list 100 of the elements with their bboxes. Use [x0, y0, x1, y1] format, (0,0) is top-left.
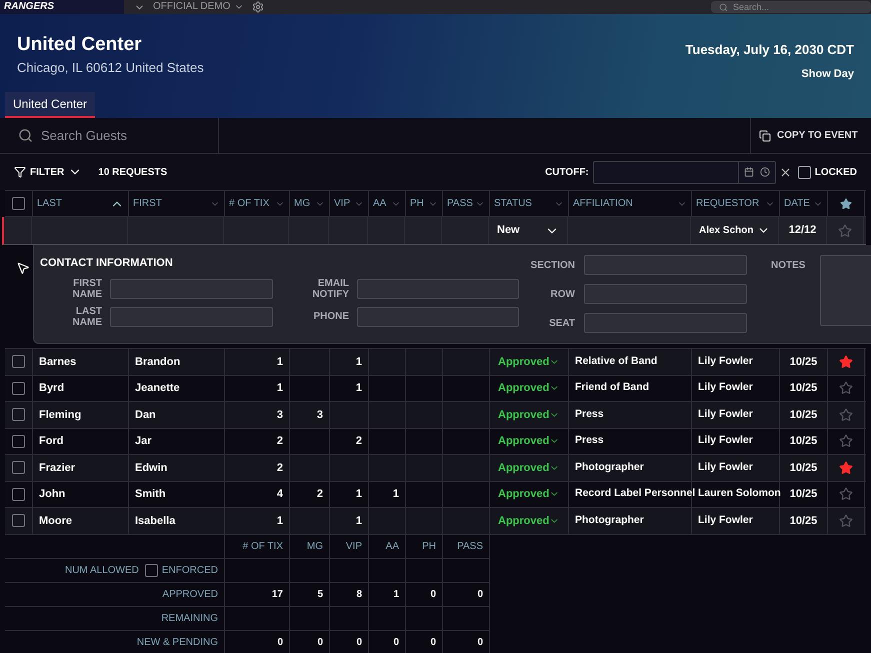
- star-icon[interactable]: [839, 434, 853, 448]
- column-header[interactable]: # OF TIX: [225, 191, 290, 216]
- column-header[interactable]: PH: [406, 191, 443, 216]
- checkbox[interactable]: [12, 197, 25, 210]
- text-field[interactable]: [584, 284, 747, 304]
- filter-button[interactable]: FILTER: [14, 164, 82, 180]
- requestor-dropdown[interactable]: Alex Schon: [691, 217, 779, 244]
- venue-address: Chicago, IL 60612 United States: [17, 59, 204, 77]
- status-dropdown[interactable]: Approved: [490, 376, 568, 401]
- affiliation-cell: Photographer: [569, 508, 692, 534]
- requestor-cell: Lily Fowler: [692, 508, 780, 534]
- text-field[interactable]: [110, 278, 273, 298]
- totals-value: 0: [330, 630, 369, 653]
- requestor-cell: Lily Fowler: [692, 428, 780, 454]
- star-icon[interactable]: [839, 381, 853, 396]
- status-dropdown[interactable]: Approved: [490, 482, 568, 507]
- copy-to-event-button[interactable]: COPY TO EVENT: [750, 118, 871, 153]
- totals-header: PH: [406, 534, 443, 558]
- text-field[interactable]: [357, 278, 519, 298]
- event-date: Tuesday, July 16, 2030 CDT: [685, 41, 854, 59]
- affiliation-cell: Press: [569, 402, 692, 428]
- checkbox[interactable]: [798, 166, 811, 178]
- clear-icon[interactable]: [778, 166, 792, 178]
- text-field[interactable]: [584, 255, 747, 275]
- checkbox[interactable]: [12, 355, 25, 368]
- star-icon[interactable]: [838, 224, 852, 238]
- org-switcher[interactable]: OFFICIAL DEMO: [153, 2, 244, 12]
- text-field[interactable]: [584, 313, 747, 333]
- clock-icon[interactable]: [760, 167, 770, 177]
- column-header[interactable]: PASS: [443, 191, 490, 216]
- checkbox[interactable]: [12, 408, 25, 422]
- date-cell: 10/25: [780, 508, 828, 534]
- column-header[interactable]: LAST: [33, 191, 129, 216]
- count-cell: 2: [225, 428, 290, 454]
- first-name-cell: Edwin: [129, 455, 225, 480]
- star-icon[interactable]: [839, 408, 853, 422]
- star-icon[interactable]: [839, 460, 853, 475]
- column-header[interactable]: AFFILIATION: [569, 191, 692, 216]
- column-header[interactable]: AA: [369, 191, 406, 216]
- venue-name: United Center: [17, 34, 143, 56]
- last-name-cell: Moore: [33, 508, 129, 534]
- column-header[interactable]: STATUS: [490, 191, 569, 216]
- cutoff-field[interactable]: [592, 160, 776, 184]
- star-icon[interactable]: [839, 514, 853, 528]
- status-dropdown[interactable]: Approved: [490, 428, 568, 454]
- field-label: LAST NAME: [72, 306, 102, 328]
- first-name-cell: Brandon: [129, 349, 225, 374]
- checkbox[interactable]: [12, 382, 25, 395]
- star-icon: [840, 198, 852, 210]
- column-header[interactable]: REQUESTOR: [692, 191, 780, 216]
- totals-label: APPROVED: [162, 588, 218, 602]
- count-cell: 2: [225, 455, 290, 480]
- date-cell: 10/25: [780, 482, 828, 507]
- day-type: Show Day: [801, 66, 854, 82]
- count-cell: 3: [225, 402, 290, 428]
- star-icon[interactable]: [839, 354, 853, 369]
- column-header[interactable]: MG: [290, 191, 330, 216]
- calendar-icon[interactable]: [744, 167, 754, 177]
- status-dropdown[interactable]: New: [489, 217, 567, 244]
- settings-icon[interactable]: [252, 1, 264, 13]
- date-cell: 10/25: [780, 402, 828, 428]
- count-cell: 1: [330, 376, 369, 401]
- search-field[interactable]: Search...: [711, 1, 871, 13]
- date-cell: 10/25: [780, 428, 828, 454]
- star-icon[interactable]: [839, 487, 853, 502]
- status-dropdown[interactable]: Approved: [490, 402, 568, 428]
- count-cell: 1: [225, 376, 290, 401]
- text-field[interactable]: [357, 306, 519, 326]
- totals-label: NUM ALLOWED: [64, 564, 139, 578]
- checkbox[interactable]: [12, 461, 25, 474]
- count-cell: 1: [330, 349, 369, 374]
- totals-label: NEW & PENDING: [136, 636, 218, 650]
- checkbox[interactable]: [144, 564, 158, 576]
- field-label: PHONE: [312, 311, 349, 322]
- text-field[interactable]: [110, 306, 273, 326]
- checkbox[interactable]: [12, 514, 25, 528]
- checkbox[interactable]: [12, 488, 25, 501]
- status-dropdown[interactable]: Approved: [490, 349, 568, 374]
- affiliation-cell: Press: [569, 428, 692, 454]
- totals-value: 0: [406, 582, 443, 606]
- venue-tab[interactable]: United Center: [5, 92, 96, 118]
- requestor-cell: Lauren Solomon: [692, 482, 780, 507]
- requestor-cell: Lily Fowler: [692, 376, 780, 401]
- last-name-cell: Byrd: [33, 376, 129, 401]
- totals-header: VIP: [330, 534, 369, 558]
- column-header[interactable]: DATE: [780, 191, 828, 216]
- status-dropdown[interactable]: Approved: [490, 508, 568, 534]
- column-header[interactable]: VIP: [330, 191, 369, 216]
- count-cell: 1: [330, 508, 369, 534]
- last-name-cell: Barnes: [33, 349, 129, 374]
- affiliation-cell: Friend of Band: [569, 376, 692, 401]
- guest-search-field[interactable]: Search Guests: [41, 126, 201, 146]
- totals-value: 5: [290, 582, 330, 606]
- status-dropdown[interactable]: Approved: [490, 455, 568, 480]
- request-count: 10 REQUESTS: [98, 166, 168, 180]
- date-text: 12/12: [788, 223, 816, 238]
- first-name-cell: Smith: [129, 482, 225, 507]
- column-header[interactable]: FIRST: [129, 191, 225, 216]
- notes-field[interactable]: [820, 255, 871, 326]
- checkbox[interactable]: [12, 434, 25, 448]
